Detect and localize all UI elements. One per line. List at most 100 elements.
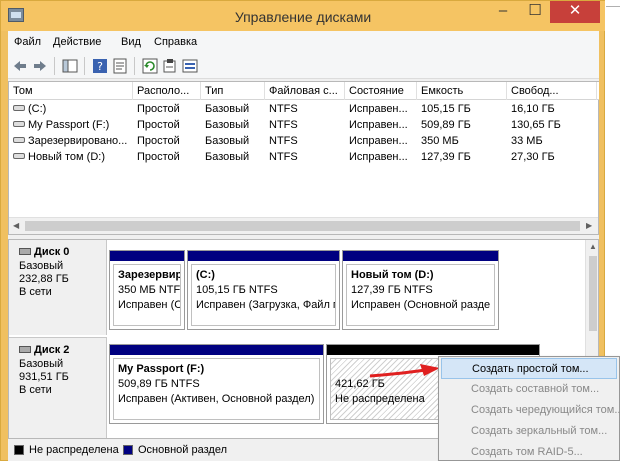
disk-icon	[19, 346, 31, 353]
cell-capacity: 127,39 ГБ	[421, 151, 471, 163]
cell-layout: Простой	[137, 119, 180, 131]
back-arrow-icon[interactable]	[12, 58, 28, 74]
disk-type: Базовый	[19, 260, 64, 272]
partition-c[interactable]: (C:) 105,15 ГБ NTFS Исправен (Загрузка, …	[187, 250, 340, 330]
cell-filesystem: NTFS	[269, 135, 298, 147]
cell-free: 33 МБ	[511, 135, 543, 147]
partition-title: My Passport (F:)	[118, 363, 205, 375]
menu-bar: Файл Действие Вид Справка	[8, 31, 599, 53]
cell-volume: (C:)	[28, 103, 47, 115]
table-row[interactable]: My Passport (F:) Простой Базовый NTFS Ис…	[9, 118, 599, 134]
menu-item-create-striped-volume[interactable]: Создать чередующийся том...	[441, 400, 620, 421]
cell-free: 27,30 ГБ	[511, 151, 555, 163]
partition-color-band	[110, 251, 184, 261]
menu-help[interactable]: Справка	[154, 36, 197, 48]
partition-status: Исправен (Загрузка, Файл п	[196, 299, 336, 311]
table-row[interactable]: Зарезервировано... Простой Базовый NTFS …	[9, 134, 599, 150]
horizontal-scrollbar[interactable]: ◀ ▶	[9, 217, 598, 234]
cell-capacity: 350 МБ	[421, 135, 459, 147]
disk-icon	[19, 248, 31, 255]
refresh-icon[interactable]	[142, 58, 158, 74]
partition-title: Новый том (D:)	[351, 269, 434, 281]
column-header-status[interactable]: Состояние	[345, 82, 417, 100]
disk-type: Базовый	[19, 358, 64, 370]
view-icon[interactable]	[182, 58, 198, 74]
cell-layout: Простой	[137, 135, 180, 147]
menu-item-create-simple-volume[interactable]: Создать простой том...	[441, 358, 617, 379]
legend-unallocated: Не распределена	[29, 444, 119, 456]
scroll-right-icon[interactable]: ▶	[586, 221, 592, 230]
partition-size: 509,89 ГБ NTFS	[118, 378, 200, 390]
disk-2-label[interactable]: Диск 2 Базовый 931,51 ГБ В сети	[9, 337, 107, 438]
disk-size: 232,88 ГБ	[19, 273, 69, 285]
close-button[interactable]: ✕	[550, 1, 600, 23]
partition-size: 127,39 ГБ NTFS	[351, 284, 433, 296]
column-header-type[interactable]: Тип	[201, 82, 265, 100]
rescan-icon[interactable]	[162, 58, 178, 74]
console-tree-icon[interactable]	[62, 58, 78, 74]
disk-name: Диск 0	[34, 246, 70, 258]
forward-arrow-icon[interactable]	[32, 58, 48, 74]
partition-d[interactable]: Новый том (D:) 127,39 ГБ NTFS Исправен (…	[342, 250, 499, 330]
cell-volume: My Passport (F:)	[28, 119, 110, 131]
disk-size: 931,51 ГБ	[19, 371, 69, 383]
menu-action[interactable]: Действие	[53, 36, 101, 48]
partition-reserved[interactable]: Зарезервир 350 МБ NTFS Исправен (С	[109, 250, 185, 330]
cell-free: 130,65 ГБ	[511, 119, 561, 131]
maximize-button[interactable]: ☐	[520, 1, 550, 23]
menu-file[interactable]: Файл	[14, 36, 41, 48]
cell-type: Базовый	[205, 103, 250, 115]
cell-capacity: 105,15 ГБ	[421, 103, 471, 115]
table-row[interactable]: (C:) Простой Базовый NTFS Исправен... 10…	[9, 102, 599, 118]
scrollbar-thumb[interactable]	[589, 256, 597, 331]
partition-status: Исправен (Активен, Основной раздел)	[118, 393, 315, 405]
partition-title: Зарезервир	[118, 269, 181, 281]
disk-status: В сети	[19, 286, 52, 298]
cell-status: Исправен...	[349, 119, 408, 131]
title-bar[interactable]: Управление дисками – ☐ ✕	[1, 1, 605, 31]
scrollbar-thumb[interactable]	[25, 221, 580, 231]
toolbar: ?	[8, 53, 599, 79]
svg-text:?: ?	[97, 60, 103, 73]
minimize-button[interactable]: –	[488, 1, 518, 23]
cell-type: Базовый	[205, 135, 250, 147]
cell-status: Исправен...	[349, 103, 408, 115]
cell-type: Базовый	[205, 151, 250, 163]
menu-view[interactable]: Вид	[121, 36, 141, 48]
help-icon[interactable]: ?	[92, 58, 108, 74]
primary-swatch	[123, 445, 133, 455]
context-menu: Создать простой том... Создать составной…	[438, 356, 620, 461]
cell-free: 16,10 ГБ	[511, 103, 555, 115]
volume-list-header: Том Располо... Тип Файловая с... Состоян…	[9, 82, 599, 100]
red-arrow-icon	[369, 364, 440, 378]
cell-layout: Простой	[137, 151, 180, 163]
cell-filesystem: NTFS	[269, 151, 298, 163]
scroll-left-icon[interactable]: ◀	[13, 221, 19, 230]
column-header-filesystem[interactable]: Файловая с...	[265, 82, 345, 100]
menu-item-create-mirrored-volume[interactable]: Создать зеркальный том...	[441, 421, 617, 442]
cell-status: Исправен...	[349, 151, 408, 163]
cell-status: Исправен...	[349, 135, 408, 147]
partition-status: Исправен (С	[118, 299, 181, 311]
menu-item-create-raid5-volume[interactable]: Создать том RAID-5...	[441, 442, 617, 461]
volume-icon	[13, 105, 25, 111]
partition-status: Не распределена	[335, 393, 425, 405]
partition-color-band	[327, 345, 539, 355]
column-header-capacity[interactable]: Емкость	[417, 82, 507, 100]
scroll-up-icon[interactable]: ▲	[589, 242, 597, 251]
properties-icon[interactable]	[112, 58, 128, 74]
volume-list: Том Располо... Тип Файловая с... Состоян…	[8, 81, 599, 235]
column-header-layout[interactable]: Располо...	[133, 82, 201, 100]
partition-status: Исправен (Основной разде	[351, 299, 491, 311]
partition-size: 350 МБ NTFS	[118, 284, 181, 296]
partition-f[interactable]: My Passport (F:) 509,89 ГБ NTFS Исправен…	[109, 344, 324, 424]
partition-color-band	[188, 251, 339, 261]
cell-volume: Зарезервировано...	[28, 135, 128, 147]
legend-primary: Основной раздел	[138, 444, 227, 456]
disk-0-label[interactable]: Диск 0 Базовый 232,88 ГБ В сети	[9, 240, 107, 335]
menu-item-create-spanned-volume[interactable]: Создать составной том...	[441, 379, 617, 400]
volume-icon	[13, 121, 25, 127]
table-row[interactable]: Новый том (D:) Простой Базовый NTFS Испр…	[9, 150, 599, 166]
column-header-volume[interactable]: Том	[9, 82, 133, 100]
column-header-free[interactable]: Свобод...	[507, 82, 597, 100]
